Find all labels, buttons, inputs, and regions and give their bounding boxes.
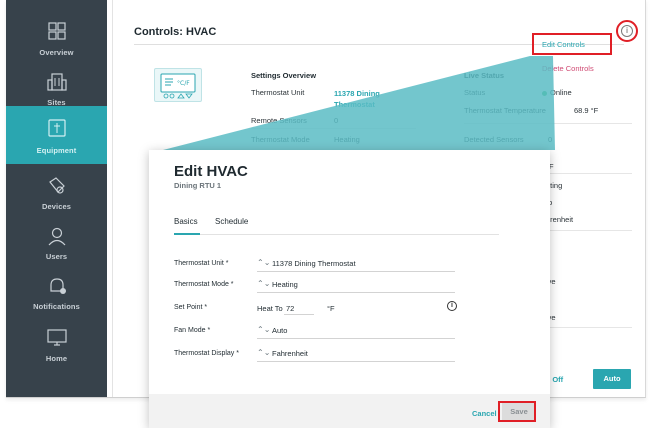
thermostat-mode-select[interactable]: ⌃⌄ Heating: [257, 277, 455, 293]
thermostat-unit-link[interactable]: 11378 Dining Thermostat: [334, 88, 404, 110]
online-status-dot: [542, 90, 547, 96]
thermostat-illustration: °C/F: [154, 68, 202, 102]
fan-mode-select[interactable]: ⌃⌄ Auto: [257, 323, 455, 339]
sidebar-item-label: Equipment: [36, 146, 77, 155]
active-tab-indicator: [174, 233, 200, 235]
annotation-highlight-save: [498, 401, 536, 422]
sidebar-item-notifications[interactable]: Notifications: [6, 266, 107, 318]
heat-to-label: Heat To: [257, 304, 283, 313]
tab-schedule[interactable]: Schedule: [215, 217, 248, 226]
modal-title: Edit HVAC: [174, 163, 248, 180]
set-point-unit: °F: [327, 304, 335, 313]
home-icon: [47, 329, 67, 346]
thermostat-icon: °C/F: [160, 73, 196, 99]
field-label: Fan Mode *: [174, 327, 211, 334]
thermostat-display-select[interactable]: ⌃⌄ Fahrenheit: [257, 346, 455, 362]
select-value: Auto: [272, 326, 288, 335]
setting-label: Thermostat Unit: [251, 88, 305, 97]
divider: [546, 327, 632, 328]
modal-subtitle: Dining RTU 1: [174, 181, 222, 190]
sites-icon: [47, 73, 67, 91]
select-value: Fahrenheit: [272, 349, 308, 358]
annotation-highlight-info: [616, 20, 638, 42]
page-title: Controls: HVAC: [134, 26, 217, 38]
equipment-icon: [48, 119, 66, 137]
select-value: 11378 Dining Thermostat: [272, 259, 356, 268]
sidebar-item-devices[interactable]: Devices: [6, 166, 107, 218]
notifications-icon: [50, 278, 66, 294]
status-value: 0: [548, 135, 553, 144]
sidebar: Overview Sites Equipment Devices Users N…: [6, 0, 107, 397]
devices-icon: [49, 177, 65, 194]
delete-controls-link[interactable]: Delete Controls: [542, 64, 594, 73]
users-icon: [48, 227, 66, 246]
thermostat-unit-select[interactable]: ⌃⌄ 11378 Dining Thermostat: [257, 256, 455, 272]
setting-label: Thermostat Mode: [251, 135, 310, 144]
sidebar-item-label: Users: [45, 252, 68, 261]
chevron-updown-icon: ⌃⌄: [257, 325, 271, 334]
sidebar-item-overview[interactable]: Overview: [6, 12, 107, 64]
sidebar-item-label: Notifications: [33, 302, 80, 311]
field-label: Thermostat Unit *: [174, 260, 229, 267]
sidebar-item-equipment[interactable]: Equipment: [6, 106, 107, 164]
divider: [546, 173, 632, 174]
settings-overview-heading: Settings Overview: [251, 71, 317, 80]
divider: [464, 123, 632, 124]
setting-label: Remote Sensors: [251, 116, 307, 125]
overview-icon: [48, 22, 66, 40]
edit-hvac-modal: Edit HVAC Dining RTU 1 Basics Schedule T…: [149, 150, 550, 428]
select-value: Heating: [272, 280, 298, 289]
sidebar-item-users[interactable]: Users: [6, 216, 107, 268]
peek-value: hrenheit: [546, 215, 574, 224]
status-online-text: Online: [550, 88, 572, 97]
live-status-heading: Live Status: [464, 71, 505, 80]
status-label: Thermostat Temperature: [464, 106, 546, 115]
status-value: Online: [542, 88, 572, 97]
sidebar-item-label: Devices: [41, 202, 72, 211]
setting-value: 0: [334, 116, 339, 125]
cancel-button[interactable]: Cancel: [472, 409, 497, 418]
field-label: Thermostat Display *: [174, 350, 239, 357]
status-label: Status: [464, 88, 486, 97]
chevron-updown-icon: ⌃⌄: [257, 279, 271, 288]
tab-basics[interactable]: Basics: [174, 217, 198, 226]
info-icon[interactable]: i: [447, 301, 457, 311]
status-value: 68.9 °F: [574, 106, 599, 115]
sidebar-divider: [107, 0, 113, 397]
setting-value: Heating: [334, 135, 360, 144]
auto-button[interactable]: Auto: [593, 369, 631, 389]
sidebar-item-label: Overview: [39, 48, 74, 57]
chevron-updown-icon: ⌃⌄: [257, 258, 271, 267]
tab-bar-divider: [174, 234, 499, 235]
divider: [251, 128, 416, 129]
sidebar-item-home[interactable]: Home: [6, 318, 107, 370]
set-point-input[interactable]: 72: [284, 301, 314, 315]
divider: [546, 230, 632, 231]
chevron-updown-icon: ⌃⌄: [257, 348, 271, 357]
field-label: Set Point *: [174, 304, 208, 311]
annotation-highlight-edit: [532, 33, 612, 55]
svg-text:°C/F: °C/F: [177, 80, 190, 87]
sidebar-item-label: Home: [45, 354, 68, 363]
field-label: Thermostat Mode *: [174, 281, 234, 288]
status-label: Detected Sensors: [464, 135, 524, 144]
